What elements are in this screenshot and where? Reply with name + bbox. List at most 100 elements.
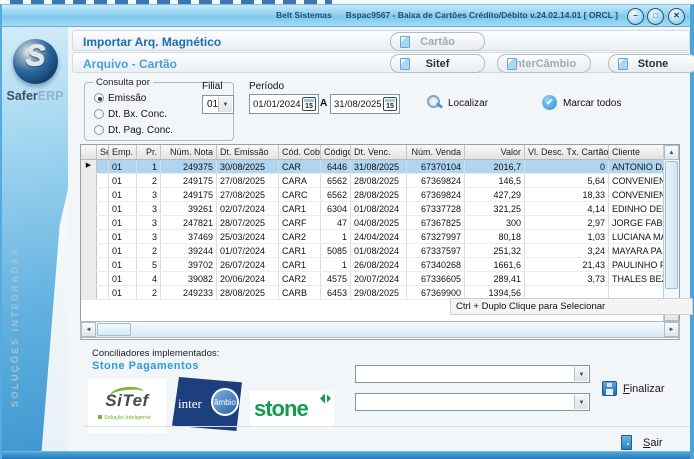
table-row[interactable]: 01224917527/08/2025CARA656228/08/2025673… (81, 174, 679, 188)
grid-header-cell[interactable]: Núm. Venda (407, 145, 465, 159)
window-bottom-edge (2, 451, 690, 459)
grid-cell: 39244 (161, 244, 217, 257)
grid-header-cell[interactable]: Cód. Cob. (279, 145, 321, 159)
marcar-todos-button[interactable]: Marcar todos (563, 98, 621, 109)
grid-header-cell[interactable]: Vl. Desc. Tx. Cartão (525, 145, 609, 159)
localizar-button[interactable]: Localizar (448, 98, 488, 109)
table-row[interactable]: 0133746925/03/2024CAR2124/04/20246732799… (81, 230, 679, 244)
table-row[interactable]: 0153970226/07/2024CAR1126/08/20246734026… (81, 258, 679, 272)
grid-cell: 67340268 (407, 258, 465, 271)
grid-cell: 27/08/2025 (217, 174, 279, 187)
consulta-por-legend: Consulta por (93, 77, 153, 88)
exit-door-icon[interactable] (621, 435, 632, 450)
close-button[interactable]: ✕ (668, 8, 685, 25)
logo-letter: S (13, 40, 58, 74)
calendar-icon[interactable]: 15 (302, 97, 316, 111)
maximize-button[interactable]: □ (647, 8, 664, 25)
grid-cell: 67367825 (407, 216, 465, 229)
periodo-to-input[interactable]: 31/08/2025 15 (330, 94, 400, 114)
maximize-icon: □ (653, 11, 658, 20)
table-row[interactable]: ▶01124937530/08/2025CAR644631/08/2025673… (81, 160, 679, 174)
grid-cell: 249175 (161, 174, 217, 187)
title-bar[interactable]: Belt SistemasBspac9567 - Baixa de Cartõe… (2, 5, 690, 27)
conciliador-select-1[interactable]: ▼ (355, 365, 590, 383)
grid-cell: 01 (109, 272, 137, 285)
grid-cell: 67327997 (407, 230, 465, 243)
grid-cell: CARC (279, 188, 321, 201)
sitef-button[interactable]: Sitef (390, 54, 485, 73)
horizontal-scrollbar[interactable]: ◄ ► (80, 321, 680, 338)
grid-header-cell[interactable]: Emp. (109, 145, 137, 159)
document-icon (507, 58, 517, 70)
scroll-right-icon[interactable]: ► (664, 322, 679, 337)
row-marker-icon (81, 286, 97, 299)
table-row[interactable]: 0123924401/07/2024CAR1508501/08/20246733… (81, 244, 679, 258)
radio-emissao[interactable]: Emissão (94, 93, 146, 105)
grid-header-cell[interactable]: Núm. Nota (161, 145, 217, 159)
data-grid-rows: SeEmp.Pr.Núm. NotaDt. EmissãoCód. Cob.Có… (81, 145, 679, 300)
grid-header-cell[interactable]: Cliente (609, 145, 665, 159)
grid-header-cell[interactable]: Se (97, 145, 109, 159)
search-icon[interactable] (426, 95, 442, 111)
chevron-down-icon[interactable]: ▼ (574, 395, 588, 409)
save-icon[interactable] (602, 381, 617, 396)
finalizar-button[interactable]: Finalizar (623, 383, 665, 395)
radio-emissao-label: Emissão (108, 93, 146, 104)
row-marker-icon: ▶ (81, 160, 97, 173)
minimize-icon: – (633, 11, 637, 20)
calendar-icon[interactable]: 15 (383, 97, 397, 111)
grid-header-cell[interactable]: Valor (465, 145, 525, 159)
grid-cell: 251,32 (465, 244, 525, 257)
vertical-scrollbar[interactable]: ▲ ▼ (663, 145, 679, 321)
grid-cell: CAR2 (279, 230, 321, 243)
table-row[interactable]: 0143908220/06/2024CAR2457520/07/20246733… (81, 272, 679, 286)
cartao-button[interactable]: Cartão (390, 32, 485, 51)
vertical-scrollbar-thumb[interactable] (665, 161, 678, 289)
grid-cell: 146,5 (465, 174, 525, 187)
grid-header-cell[interactable]: Dt. Venc. (351, 145, 407, 159)
row-marker-icon (81, 202, 97, 215)
periodo-from-input[interactable]: 01/01/2024 15 (249, 94, 319, 114)
stone-pagamentos-link[interactable]: Stone Pagamentos (92, 360, 199, 372)
stone-diamond-icon (320, 393, 331, 404)
intercambio-button[interactable]: InterCâmbio (497, 54, 591, 73)
table-row[interactable]: 0133926102/07/2024CAR1630401/08/20246733… (81, 202, 679, 216)
grid-header-cell[interactable]: Dt. Emissão (217, 145, 279, 159)
grid-cell: 28/08/2025 (351, 174, 407, 187)
grid-header-cell[interactable]: Código (321, 145, 351, 159)
periodo-label: Período (249, 81, 284, 92)
table-row[interactable]: 01324782128/07/2025CARF4704/08/202567367… (81, 216, 679, 230)
app-window: Belt SistemasBspac9567 - Baixa de Cartõe… (0, 4, 694, 459)
grid-cell: 3 (137, 230, 161, 243)
minimize-button[interactable]: – (627, 8, 644, 25)
grid-cell: 26/08/2024 (351, 258, 407, 271)
grid-cell: 5 (137, 258, 161, 271)
grid-cell: 300 (465, 216, 525, 229)
table-row[interactable]: 01324917527/08/2025CARC656228/08/2025673… (81, 188, 679, 202)
row-marker-icon (81, 188, 97, 201)
grid-cell: CARA (279, 174, 321, 187)
filial-select[interactable]: 01 ▼ (202, 95, 234, 114)
grid-cell: 67369824 (407, 188, 465, 201)
check-circle-icon[interactable]: ✔ (542, 95, 557, 110)
grid-cell: PAULINHO F (609, 258, 665, 271)
radio-dt-pag-conc[interactable]: Dt. Pag. Conc. (94, 125, 173, 137)
grid-cell: 2 (137, 174, 161, 187)
grid-cell: CAR2 (279, 272, 321, 285)
row-marker-icon (81, 230, 97, 243)
radio-button-icon (94, 109, 104, 119)
horizontal-scrollbar-thumb[interactable] (97, 323, 131, 336)
conciliador-select-2[interactable]: ▼ (355, 393, 590, 411)
grid-cell: 3 (137, 202, 161, 215)
close-icon: ✕ (673, 11, 680, 20)
chevron-down-icon[interactable]: ▼ (574, 367, 588, 381)
stone-button[interactable]: Stone (608, 54, 694, 73)
grid-cell: CAR (279, 160, 321, 173)
sair-button[interactable]: Sair (643, 437, 663, 449)
scroll-up-icon[interactable]: ▲ (664, 145, 679, 160)
scroll-left-icon[interactable]: ◄ (81, 322, 96, 337)
radio-dt-bx-conc[interactable]: Dt. Bx. Conc. (94, 109, 167, 121)
grid-header-cell[interactable]: Pr. (137, 145, 161, 159)
sitef-button-label: Sitef (426, 55, 450, 70)
chevron-down-icon[interactable]: ▼ (218, 97, 232, 112)
